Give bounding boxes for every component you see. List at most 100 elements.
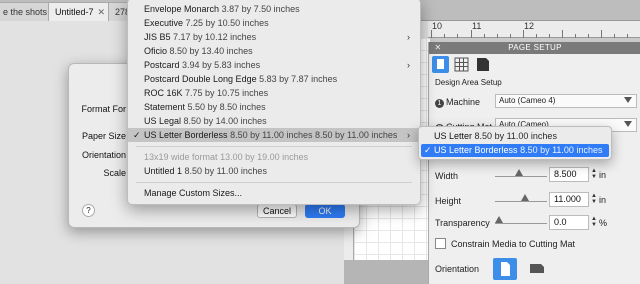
landscape-button[interactable] bbox=[525, 258, 549, 280]
slider-thumb[interactable] bbox=[514, 169, 523, 176]
menu-item-roc-16k[interactable]: ROC 16K 7.75 by 10.75 inches bbox=[128, 86, 420, 100]
constrain-label: Constrain Media to Cutting Mat bbox=[451, 239, 576, 249]
menu-item-name: ROC 16K bbox=[144, 88, 183, 98]
format-for-label: Format For bbox=[81, 104, 126, 114]
tab-background[interactable] bbox=[474, 56, 491, 73]
transparency-input[interactable]: 0.0 bbox=[549, 215, 589, 230]
menu-item-jis-b5[interactable]: JIS B5 7.17 by 10.12 inches › bbox=[128, 30, 420, 44]
menu-item-size: 7.25 by 10.50 inches bbox=[185, 18, 269, 28]
menu-item-name: 13x19 wide format bbox=[144, 152, 218, 162]
paper-size-label: Paper Size bbox=[81, 131, 126, 141]
menu-item-13x19: 13x19 wide format 13.00 by 19.00 inches bbox=[128, 150, 420, 164]
scale-label: Scale bbox=[103, 168, 126, 178]
height-slider[interactable] bbox=[495, 192, 547, 204]
close-icon[interactable]: ✕ bbox=[434, 44, 442, 52]
transparency-stepper[interactable]: ▲ ▼ bbox=[591, 216, 598, 228]
ruler-tick bbox=[523, 30, 524, 38]
menu-item-name: Oficio bbox=[144, 46, 168, 56]
menu-item-postcard[interactable]: Postcard 3.94 by 5.83 inches › bbox=[128, 58, 420, 72]
submenu-item-us-letter[interactable]: US Letter 8.50 by 11.00 inches bbox=[421, 130, 609, 143]
menu-item-size: 5.50 by 8.50 inches bbox=[187, 102, 266, 112]
page-icon bbox=[437, 59, 444, 69]
ruler-tick bbox=[562, 30, 563, 38]
tab-untitled-7[interactable]: Untitled-7 ✕ bbox=[48, 2, 113, 21]
menu-item-name: Postcard bbox=[144, 60, 180, 70]
ruler-tick bbox=[484, 34, 485, 38]
menu-item-postcard-double[interactable]: Postcard Double Long Edge 5.83 by 7.87 i… bbox=[128, 72, 420, 86]
menu-item-size: 8.50 by 14.00 inches bbox=[183, 116, 267, 126]
portrait-button[interactable] bbox=[493, 258, 517, 280]
height-label: Height bbox=[435, 196, 462, 206]
landscape-icon bbox=[530, 264, 544, 273]
ruler-tick bbox=[575, 34, 576, 38]
ruler-tick bbox=[601, 30, 602, 38]
menu-item-size: 7.75 by 10.75 inches bbox=[185, 88, 269, 98]
machine-select[interactable]: Auto (Cameo 4) bbox=[495, 94, 637, 108]
menu-item-size: 3.87 by 7.50 inches bbox=[221, 4, 300, 14]
menu-separator bbox=[136, 146, 412, 147]
transparency-unit: % bbox=[599, 218, 608, 228]
width-unit: in bbox=[599, 170, 607, 180]
menu-item-name: Postcard Double Long Edge bbox=[144, 74, 257, 84]
dark-page-icon bbox=[477, 58, 489, 71]
submenu-item-name: US Letter Borderless bbox=[434, 145, 518, 155]
orientation-label: Orientation bbox=[81, 150, 126, 160]
paper-size-menu: Envelope Monarch 3.87 by 7.50 inches Exe… bbox=[127, 0, 421, 205]
menu-item-name: Untitled 1 bbox=[144, 166, 183, 176]
close-icon[interactable]: ✕ bbox=[98, 7, 106, 17]
menu-item-size: 8.50 by 11.00 inches 8.50 by 11.00 inche… bbox=[230, 130, 398, 140]
slider-thumb[interactable] bbox=[521, 194, 530, 201]
ruler-tick bbox=[588, 34, 589, 38]
grid-icon bbox=[454, 57, 469, 72]
tab-design-area[interactable] bbox=[432, 56, 449, 73]
height-unit: in bbox=[599, 195, 607, 205]
help-button[interactable]: ? bbox=[82, 204, 95, 217]
submenu-item-us-letter-borderless[interactable]: ✓ US Letter Borderless 8.50 by 11.00 inc… bbox=[421, 144, 609, 157]
tab-shots[interactable]: e the shots bbox=[0, 2, 55, 21]
ok-button[interactable]: OK bbox=[305, 204, 345, 218]
height-stepper[interactable]: ▲ ▼ bbox=[591, 193, 598, 205]
tab-grid[interactable] bbox=[453, 56, 470, 73]
menu-item-size: 7.17 by 10.12 inches bbox=[173, 32, 257, 42]
ruler-tick bbox=[497, 34, 498, 38]
menu-item-oficio[interactable]: Oficio 8.50 by 13.40 inches bbox=[128, 44, 420, 58]
width-input[interactable]: 8.500 bbox=[549, 167, 589, 182]
menu-item-envelope-monarch[interactable]: Envelope Monarch 3.87 by 7.50 inches bbox=[128, 2, 420, 16]
constrain-checkbox[interactable] bbox=[435, 238, 446, 249]
menu-item-us-letter-borderless[interactable]: ✓ US Letter Borderless 8.50 by 11.00 inc… bbox=[128, 128, 420, 142]
menu-item-name: US Legal bbox=[144, 116, 182, 126]
ruler-tick bbox=[536, 34, 537, 38]
height-input[interactable]: 11.000 bbox=[549, 192, 589, 207]
ruler-tick bbox=[444, 34, 445, 38]
submenu-arrow-icon: › bbox=[407, 60, 410, 70]
menu-item-statement[interactable]: Statement 5.50 by 8.50 inches bbox=[128, 100, 420, 114]
menu-item-untitled-1[interactable]: Untitled 1 8.50 by 11.00 inches bbox=[128, 164, 420, 178]
menu-item-size: 13.00 by 19.00 inches bbox=[220, 152, 309, 162]
menu-item-executive[interactable]: Executive 7.25 by 10.50 inches bbox=[128, 16, 420, 30]
manage-custom-sizes-item[interactable]: Manage Custom Sizes... bbox=[128, 186, 420, 200]
ruler-tick bbox=[510, 34, 511, 38]
width-slider[interactable] bbox=[495, 167, 547, 179]
menu-item-name: Envelope Monarch bbox=[144, 4, 220, 14]
ruler-tick bbox=[431, 30, 432, 38]
ruler-number: 12 bbox=[524, 21, 535, 31]
machine-label-text: Machine bbox=[446, 97, 481, 107]
width-stepper[interactable]: ▲ ▼ bbox=[591, 168, 598, 180]
chevron-down-icon bbox=[624, 121, 632, 127]
slider-thumb[interactable] bbox=[495, 216, 503, 223]
submenu-arrow-icon: › bbox=[407, 130, 410, 140]
submenu-item-size: 8.50 by 11.00 inches bbox=[520, 145, 603, 155]
ruler-tick bbox=[549, 34, 550, 38]
cancel-button[interactable]: Cancel bbox=[257, 204, 297, 218]
tab-label: Untitled-7 bbox=[55, 7, 94, 17]
transparency-label: Transparency bbox=[435, 218, 490, 228]
chevron-down-icon bbox=[624, 97, 632, 103]
machine-value: Auto (Cameo 4) bbox=[499, 96, 556, 105]
section-label: Design Area Setup bbox=[435, 78, 502, 87]
panel-title: PAGE SETUP bbox=[508, 43, 562, 52]
portrait-icon bbox=[501, 262, 510, 276]
submenu-arrow-icon: › bbox=[407, 32, 410, 42]
transparency-slider[interactable] bbox=[495, 214, 547, 226]
menu-item-us-legal[interactable]: US Legal 8.50 by 14.00 inches bbox=[128, 114, 420, 128]
menu-item-size: 5.83 by 7.87 inches bbox=[259, 74, 338, 84]
